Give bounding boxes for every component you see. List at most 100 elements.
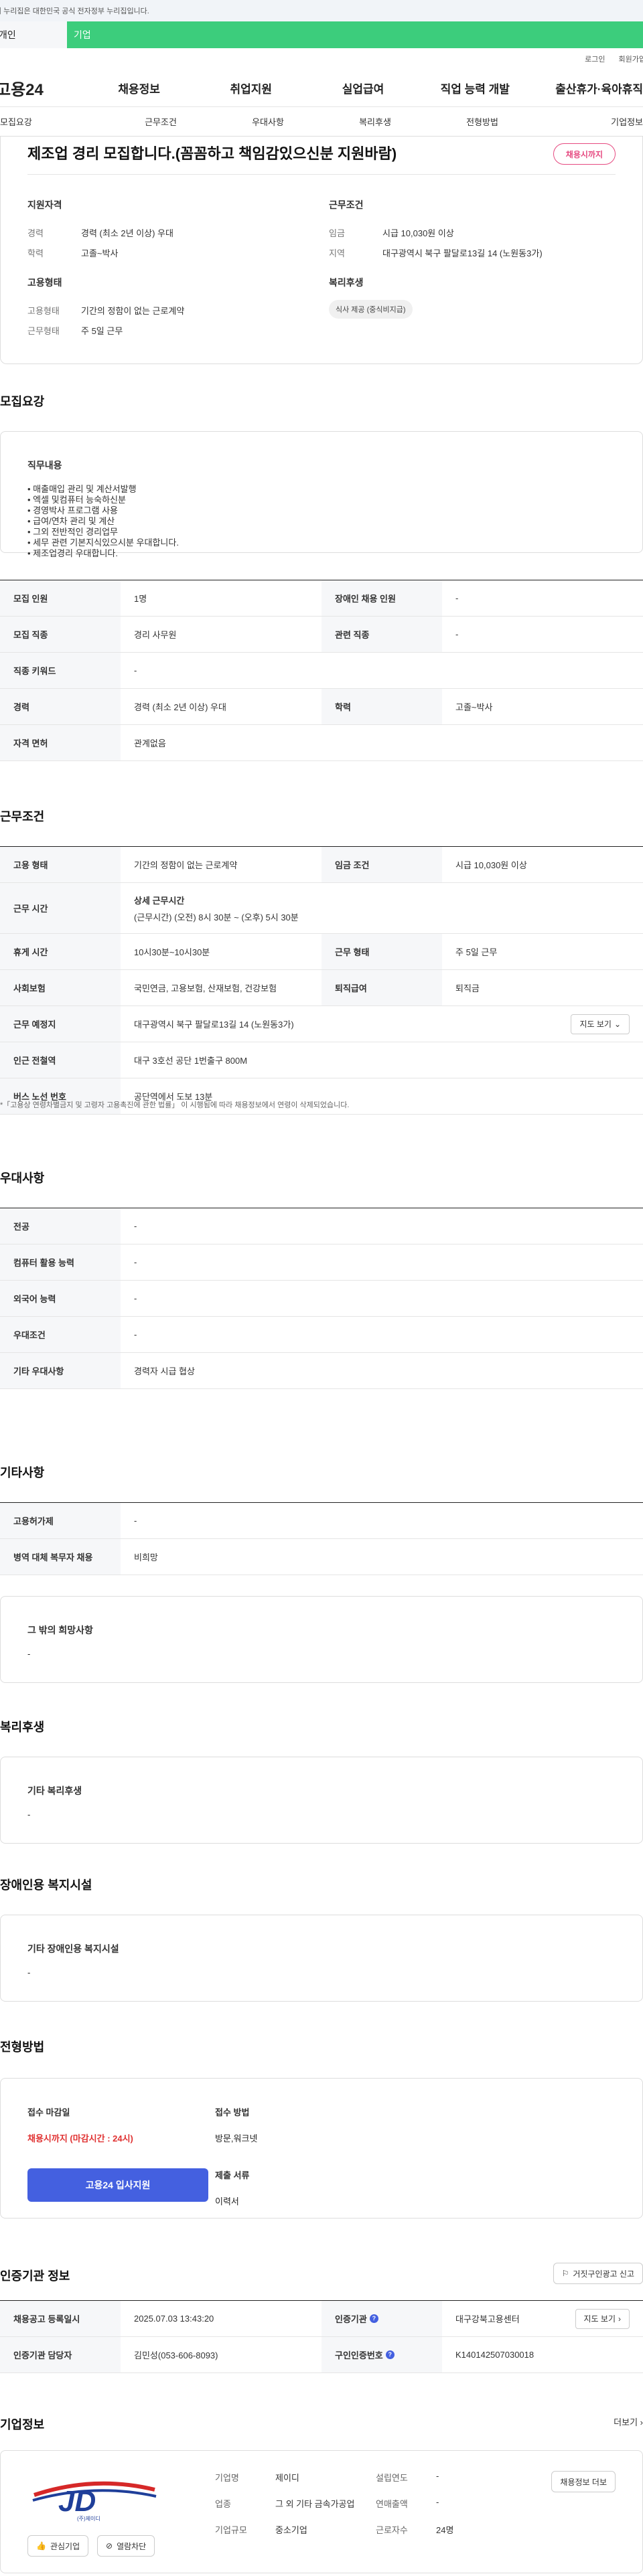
- disabled-box-value: -: [27, 1967, 31, 1978]
- interest-button-label: 관심기업: [50, 2541, 80, 2551]
- emp-type-value: 기간의 정함이 없는 근로계약: [81, 305, 185, 316]
- job-label: 모집 직종: [0, 617, 121, 652]
- summary-card: 제조업 경리 모집합니다.(꼼꼼하고 책임감있으신분 지원바람) 채용시까지 지…: [0, 137, 643, 364]
- company-more-link[interactable]: 더보기 ›: [614, 2415, 643, 2428]
- form-value: 주 5일 근무: [455, 947, 498, 957]
- pref-cond-label: 우대조건: [0, 1317, 121, 1352]
- duty-list: 매출매입 관리 및 계산서발행 엑셀 및컴퓨터 능숙하신분 경영박사 프로그램 …: [27, 484, 616, 559]
- welfare-heading: 복리후생: [329, 277, 364, 288]
- hours-value: (근무시간) (오전) 8시 30분 ~ (오후) 5시 30분: [134, 912, 299, 922]
- gnb-leave[interactable]: 출산휴가·육아휴직: [531, 80, 643, 96]
- welfare-chip: 식사 제공 (중식비지급): [329, 300, 413, 319]
- work-form-label: 근무형태: [27, 325, 60, 336]
- work-form-value: 주 5일 근무: [81, 325, 123, 336]
- keyword-value: -: [134, 665, 137, 675]
- gov-banner-text: 이 누리집은 대한민국 공식 전자정부 누리집입니다.: [0, 7, 149, 15]
- cert-no-value: K140142507030018: [455, 2350, 534, 2360]
- major-label: 전공: [0, 1208, 121, 1244]
- company-jobs-button[interactable]: 채용정보 더보: [551, 2471, 616, 2492]
- signup-link[interactable]: 회원가입: [619, 54, 643, 64]
- subnav-work[interactable]: 근무조건: [107, 115, 214, 128]
- gnb-employment-support[interactable]: 취업지원: [195, 80, 307, 96]
- help-icon[interactable]: ?: [369, 2314, 378, 2323]
- subnav-pref[interactable]: 우대사항: [214, 115, 322, 128]
- apply-deadline-value: 채용시까지 (마감시간 : 24시): [27, 2134, 133, 2144]
- career-value: 경력 (최소 2년 이상) 우대: [81, 228, 173, 238]
- company-more-label: 더보기: [614, 2417, 638, 2427]
- company-industry-value: 그 외 기타 금속가공업: [275, 2499, 355, 2509]
- job-value: 경리 사무원: [134, 630, 177, 640]
- pref-table: 전공 - 컴퓨터 활용 능력 - 외국어 능력 - 우대조건 - 기타 우대사항 경력자 …: [0, 1208, 643, 1389]
- table-row: 모집 직종 경리 사무원 관련 직종 -: [0, 617, 643, 653]
- pref-etc-value: 경력자 시급 협상: [134, 1366, 195, 1376]
- gnb-training[interactable]: 직업 능력 개발: [419, 80, 531, 96]
- chevron-right-icon: ›: [618, 2314, 621, 2324]
- emp-value: 기간의 정함이 없는 근로계약: [134, 860, 238, 870]
- login-link[interactable]: 로그인: [585, 54, 605, 64]
- subnav-apply[interactable]: 전형방법: [429, 115, 536, 128]
- welfare-box: 기타 복리후생 -: [0, 1757, 643, 1844]
- company-employees-label: 근로자수: [376, 2525, 408, 2535]
- block-button[interactable]: ⊘ 열람차단: [97, 2535, 155, 2557]
- table-row: 외국어 능력 -: [0, 1281, 643, 1317]
- tab-company[interactable]: 기업: [67, 21, 643, 48]
- map-button[interactable]: 지도 보기 ⌄: [571, 1014, 630, 1034]
- recruit-section-title: 모집요강: [0, 395, 45, 408]
- subnav-welfare[interactable]: 복리후생: [322, 115, 429, 128]
- qualification-heading: 지원자격: [27, 199, 62, 210]
- logo-subtext: (주)제이디: [77, 2515, 100, 2522]
- chevron-down-icon: ⌄: [614, 1019, 621, 1029]
- emp-type-label: 고용형태: [27, 305, 60, 316]
- region-label: 지역: [329, 248, 345, 258]
- company-box: JD (주)제이디 👍 관심기업 ⊘ 열람차단 기업명 제이디 업종 그 외 기타 금속…: [0, 2450, 643, 2573]
- work-section-title: 근무조건: [0, 810, 45, 823]
- cert-date-value: 2025.07.03 13:43:20: [134, 2314, 214, 2324]
- interest-button[interactable]: 👍 관심기업: [27, 2535, 89, 2557]
- license-value: 관계없음: [134, 738, 166, 748]
- site-logo[interactable]: 고용24: [0, 76, 83, 100]
- edu-row-label: 학력: [322, 689, 442, 724]
- help-icon[interactable]: ?: [385, 2350, 395, 2359]
- disabled-box: 기타 장애인용 복지시설 -: [0, 1915, 643, 2002]
- keyword-label: 직종 키워드: [0, 653, 121, 688]
- report-button[interactable]: ⚐ 거짓구인광고 신고: [553, 2263, 643, 2284]
- hope-box: 그 밖의 희망사항 -: [0, 1596, 643, 1683]
- cert-table: 채용공고 등록일시 2025.07.03 13:43:20 인증기관? 대구강북…: [0, 2300, 643, 2373]
- apply-deadline-label: 접수 마감일: [27, 2107, 70, 2117]
- tab-individual[interactable]: 개인: [0, 21, 67, 48]
- apply-method-value: 방문,워크넷: [215, 2134, 258, 2144]
- apply-button[interactable]: 고용24 입사지원: [27, 2168, 208, 2202]
- emp-label: 고용 형태: [0, 847, 121, 882]
- duty-item: 엑셀 및컴퓨터 능숙하신분: [27, 495, 616, 505]
- company-founded-value: -: [436, 2471, 439, 2481]
- summary-welfare: 복리후생 식사 제공 (중식비지급): [329, 276, 583, 319]
- map-button-label: 지도 보기: [579, 1020, 612, 1029]
- cert-no-label: 구인인증번호?: [322, 2337, 442, 2372]
- table-row: 우대조건 -: [0, 1317, 643, 1353]
- table-row: 고용 형태 기간의 정함이 없는 근로계약 임금 조건 시급 10,030원 이…: [0, 847, 643, 883]
- table-row: 전공 -: [0, 1208, 643, 1244]
- wage-cond-label: 임금 조건: [322, 847, 442, 882]
- subnav-company[interactable]: 기업정보: [536, 115, 643, 128]
- gnb-unemployment[interactable]: 실업급여: [307, 80, 419, 96]
- gnb-jobs[interactable]: 채용정보: [83, 80, 195, 96]
- apply-box: 접수 마감일 채용시까지 (마감시간 : 24시) 고용24 입사지원 접수 방…: [0, 2078, 643, 2219]
- table-row: 직종 키워드 -: [0, 653, 643, 689]
- cert-map-button[interactable]: 지도 보기 ›: [575, 2308, 630, 2329]
- table-row: 자격 면허 관계없음: [0, 725, 643, 761]
- table-row: 컴퓨터 활용 능력 -: [0, 1244, 643, 1281]
- subnav-recruit[interactable]: 모집요강: [0, 115, 107, 128]
- duty-heading: 직무내용: [27, 460, 62, 471]
- work-table: 고용 형태 기간의 정함이 없는 근로계약 임금 조건 시급 10,030원 이…: [0, 846, 643, 1115]
- duty-item: 그외 전반적인 경리업무: [27, 527, 616, 538]
- title-divider: [27, 174, 616, 175]
- wage-cond-value: 시급 10,030원 이상: [455, 860, 527, 870]
- utility-bar: 로그인 회원가입: [0, 48, 643, 70]
- insurance-label: 사회보험: [0, 970, 121, 1005]
- main-content: 제조업 경리 모집합니다.(꼼꼼하고 책임감있으신분 지원바람) 채용시까지 지…: [0, 137, 643, 2576]
- cert-org-label: 인증기관?: [322, 2301, 442, 2336]
- education-value: 고졸~박사: [81, 248, 119, 258]
- logo-letters: JD: [58, 2485, 96, 2518]
- table-row: 사회보험 국민연금, 고용보험, 산재보험, 건강보험 퇴직급여 퇴직금: [0, 970, 643, 1006]
- computer-value: -: [134, 1257, 137, 1267]
